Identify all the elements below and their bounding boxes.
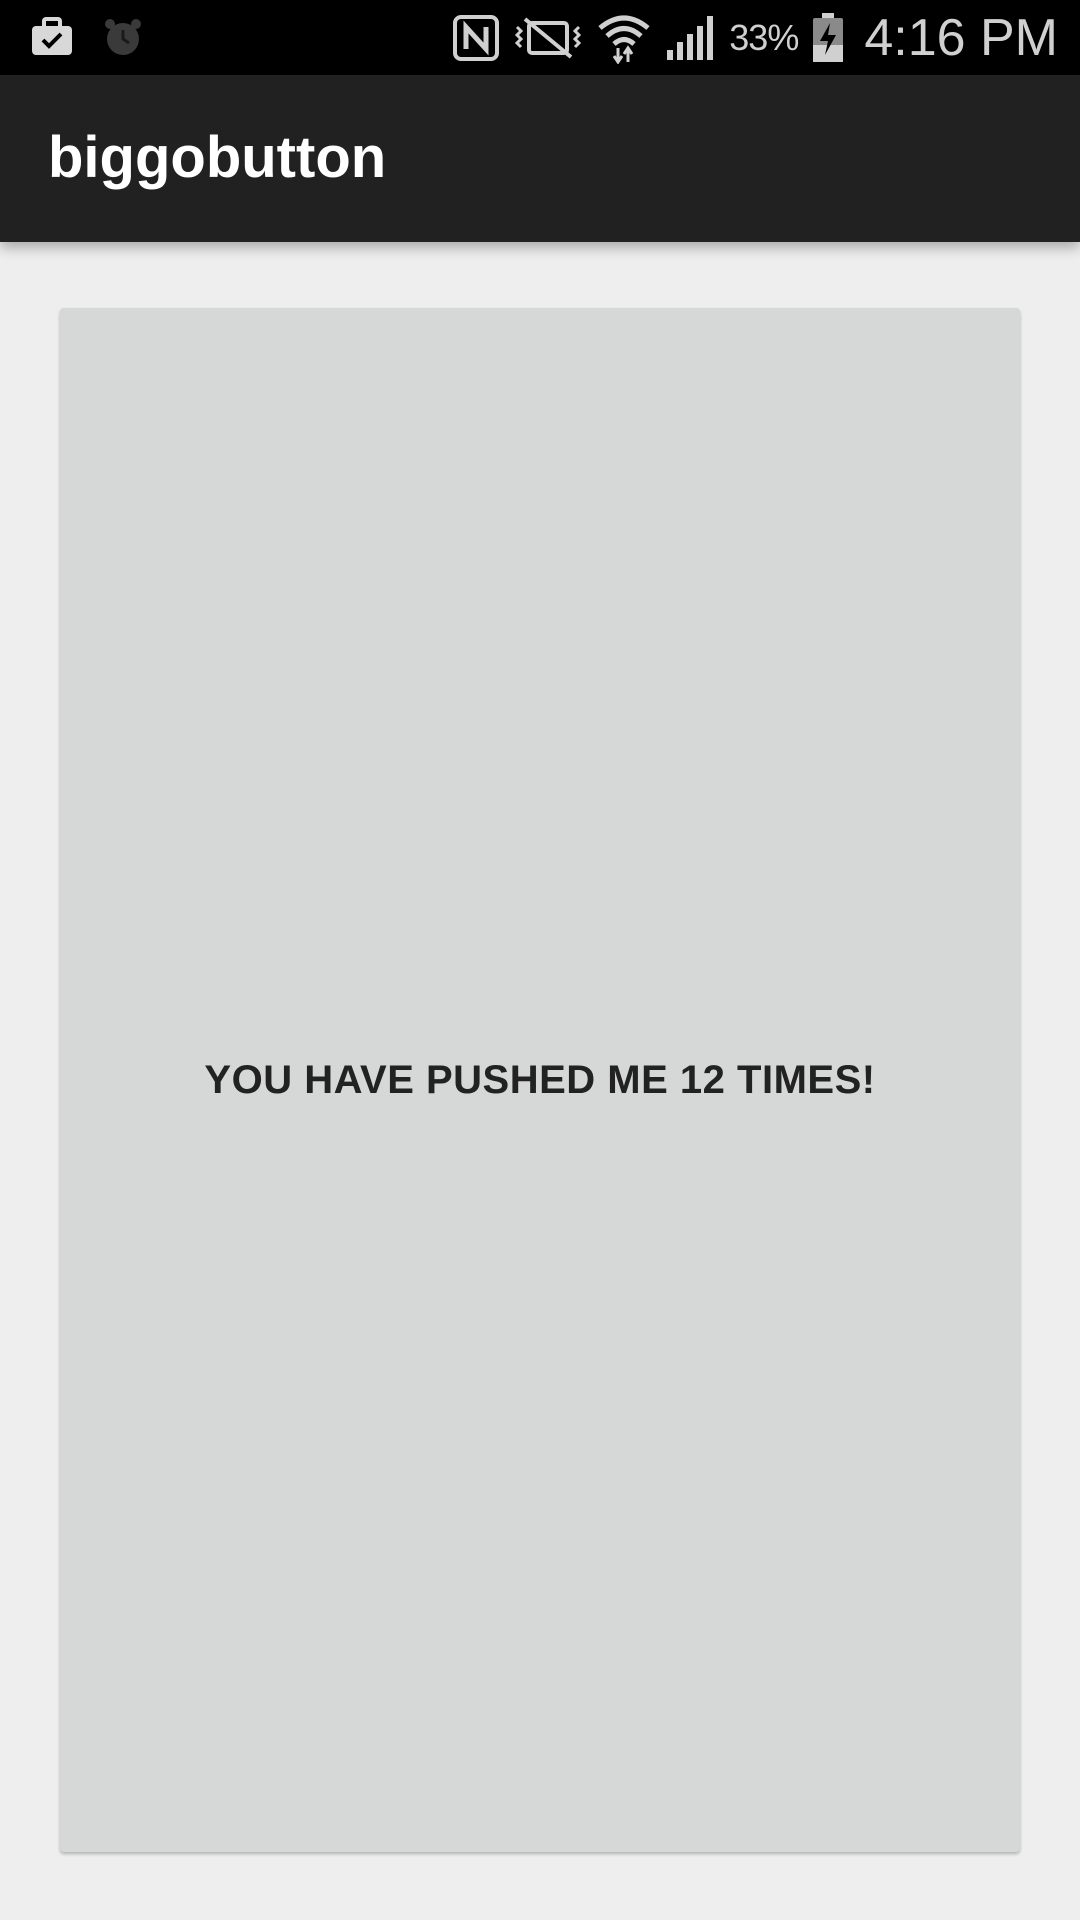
clock: 4:16 PM — [864, 8, 1058, 67]
notification-icons — [30, 12, 144, 62]
app-bar: biggobutton — [0, 75, 1080, 242]
battery-charging-icon — [812, 12, 844, 63]
vibrate-mute-icon — [513, 15, 583, 61]
battery-percentage: 33% — [729, 16, 799, 58]
wifi-icon — [597, 12, 651, 64]
cell-signal-icon — [665, 14, 715, 62]
big-push-button[interactable]: YOU HAVE PUSHED ME 12 TIMES! — [60, 308, 1020, 1852]
work-briefcase-icon — [30, 17, 74, 57]
system-icons: 33% 4:16 PM — [453, 0, 1058, 75]
nfc-icon — [453, 14, 500, 61]
push-count-label: YOU HAVE PUSHED ME 12 TIMES! — [204, 1057, 876, 1102]
alarm-clock-icon — [102, 16, 144, 58]
app-title: biggobutton — [48, 125, 387, 190]
status-bar: 33% 4:16 PM — [0, 0, 1080, 75]
main-content: YOU HAVE PUSHED ME 12 TIMES! — [0, 242, 1080, 1920]
